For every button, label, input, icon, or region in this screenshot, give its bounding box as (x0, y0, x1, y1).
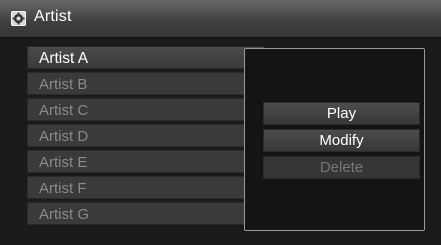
play-button[interactable]: Play (263, 102, 420, 125)
list-item-artist-d[interactable]: Artist D (27, 124, 265, 147)
list-item-artist-f[interactable]: Artist F (27, 176, 265, 199)
title-bar: Artist (0, 0, 441, 38)
screen: Artist Artist A Artist B Artist C Artist… (0, 0, 441, 245)
list-item-artist-g[interactable]: Artist G (27, 202, 265, 225)
page-title: Artist (34, 8, 72, 25)
options-popup: Play Modify Delete (244, 48, 425, 231)
list-item-artist-a[interactable]: Artist A (27, 46, 265, 69)
settings-icon (11, 11, 26, 26)
delete-button: Delete (263, 156, 420, 179)
list-item-artist-c[interactable]: Artist C (27, 98, 265, 121)
list-item-artist-e[interactable]: Artist E (27, 150, 265, 173)
list-item-artist-b[interactable]: Artist B (27, 72, 265, 95)
modify-button[interactable]: Modify (263, 129, 420, 152)
